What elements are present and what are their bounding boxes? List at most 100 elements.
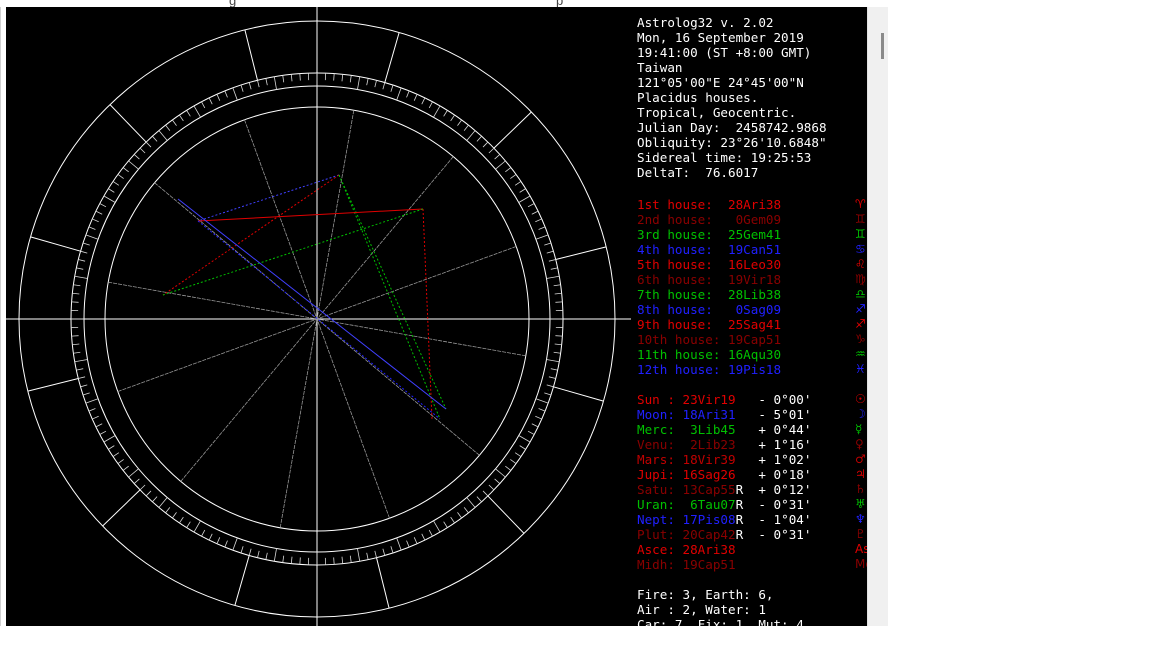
house-sign-icon: ♌ <box>855 257 866 271</box>
degree-tick <box>495 468 506 478</box>
info-line: Tropical, Geocentric. <box>637 105 797 120</box>
info-line: DeltaT: 76.6017 <box>637 165 759 180</box>
degree-tick <box>165 124 171 131</box>
house-value: 0Sag09 <box>728 302 782 317</box>
element-summary-line: Car: 7, Fix: 1, Mut: 4 <box>637 617 804 626</box>
planet-glyph-icon: Mc <box>855 557 867 571</box>
degree-tick <box>158 497 168 508</box>
house-sign-icon: ♋ <box>855 242 866 256</box>
planet-row: Uran: 6Tau07R - 0°31' <box>637 497 811 512</box>
info-line: Julian Day: 2458742.9868 <box>637 120 827 135</box>
house-row: 3rd house: 25Gem41 <box>637 227 781 242</box>
planet-glyph-icon: ☉ <box>855 392 866 406</box>
degree-tick <box>108 188 115 193</box>
degree-tick <box>201 529 206 537</box>
degree-tick <box>382 82 386 90</box>
planet-position: 23Vir19 <box>682 392 736 407</box>
degree-tick <box>186 521 191 528</box>
house-value: 16Leo30 <box>728 257 782 272</box>
degree-tick <box>248 82 252 90</box>
retrograde-flag <box>736 437 744 452</box>
astrolog-window: Astrolog32 v. 2.02 Mon, 16 September 2019… <box>0 7 888 626</box>
degree-tick <box>88 226 96 230</box>
retrograde-flag: R <box>735 527 744 542</box>
house-sign-icon: ♓ <box>855 362 866 376</box>
degree-tick <box>527 203 535 208</box>
degree-tick <box>92 218 99 223</box>
degree-tick <box>103 195 116 203</box>
degree-tick <box>443 521 448 528</box>
scrollbar-thumb[interactable] <box>881 33 884 59</box>
planet-position: 6Tau07 <box>682 497 736 512</box>
house-row: 6th house: 19Vir18 <box>637 272 781 287</box>
degree-tick <box>99 430 107 435</box>
sign-divider <box>27 378 79 392</box>
degree-tick <box>390 84 394 92</box>
chart-wheel-svg <box>6 7 631 626</box>
degree-tick <box>232 87 238 101</box>
degree-tick <box>179 114 184 122</box>
planet-latitude: - 1°04' <box>758 512 812 527</box>
planet-glyph-icon: Asc <box>855 542 867 556</box>
house-label: 8th house: <box>637 302 713 317</box>
degree-tick <box>290 556 293 564</box>
house-label: 5th house: <box>637 257 713 272</box>
planet-row: Jupi: 16Sag26 + 0°18' <box>637 467 811 482</box>
planet-glyph-icon: ♀ <box>855 437 864 451</box>
degree-tick <box>152 135 158 142</box>
retrograde-flag <box>736 452 744 467</box>
degree-tick <box>73 284 81 287</box>
planet-glyph-icon: ♅ <box>855 497 866 511</box>
planet-label: Mars: <box>637 452 675 467</box>
info-line: Astrolog32 v. 2.02 <box>637 15 774 30</box>
degree-tick <box>165 507 171 514</box>
degree-tick <box>510 174 517 179</box>
vertical-scrollbar[interactable] <box>867 7 888 626</box>
degree-tick <box>546 275 560 279</box>
chart-wheel-canvas[interactable] <box>6 7 631 626</box>
degree-tick <box>74 359 88 363</box>
planet-position: 18Vir39 <box>682 452 736 467</box>
sign-divider <box>553 386 604 402</box>
house-sign-icon: ♒ <box>855 347 866 361</box>
planet-latitude: - 5°01' <box>758 407 812 422</box>
house-row: 2nd house: 0Gem09 <box>637 212 781 227</box>
degree-tick <box>240 84 244 92</box>
degree-tick <box>548 259 556 262</box>
info-line: Obliquity: 23°26'10.6848" <box>637 135 827 150</box>
planet-row: Satu: 13Cap55R + 0°12' <box>637 482 811 497</box>
degree-tick <box>482 490 489 497</box>
sign-divider <box>487 495 525 534</box>
degree-tick <box>265 552 268 560</box>
planet-position: 20Cap42 <box>682 527 736 542</box>
degree-tick <box>76 368 84 371</box>
info-line: Sidereal time: 19:25:53 <box>637 150 812 165</box>
retrograde-flag: R <box>735 497 744 512</box>
degree-tick <box>74 275 88 279</box>
degree-tick <box>482 141 489 148</box>
degree-tick <box>133 154 140 160</box>
planet-latitude: - 0°31' <box>758 497 812 512</box>
degree-tick <box>128 468 139 478</box>
sign-divider <box>384 32 400 83</box>
house-value: 25Gem41 <box>728 227 782 242</box>
element-summary-line: Air : 2, Water: 1 <box>637 602 766 617</box>
degree-tick <box>494 478 501 484</box>
degree-tick <box>257 80 260 88</box>
degree-tick <box>463 124 469 131</box>
planet-position: 3Lib45 <box>682 422 736 437</box>
degree-tick <box>413 537 418 544</box>
house-label: 10th house: <box>637 332 721 347</box>
planet-glyph-icon: ☿ <box>855 422 863 436</box>
planet-latitude: - 0°00' <box>758 392 812 407</box>
degree-tick <box>349 555 352 563</box>
house-label: 11th house: <box>637 347 721 362</box>
planet-row: Sun : 23Vir19 - 0°00' <box>637 392 811 407</box>
degree-tick <box>186 110 191 117</box>
degree-tick <box>553 284 561 287</box>
planet-latitude: - 0°31' <box>758 527 812 542</box>
degree-tick <box>265 78 268 86</box>
sign-divider <box>30 236 81 252</box>
degree-tick <box>92 415 99 420</box>
degree-tick <box>179 516 184 524</box>
